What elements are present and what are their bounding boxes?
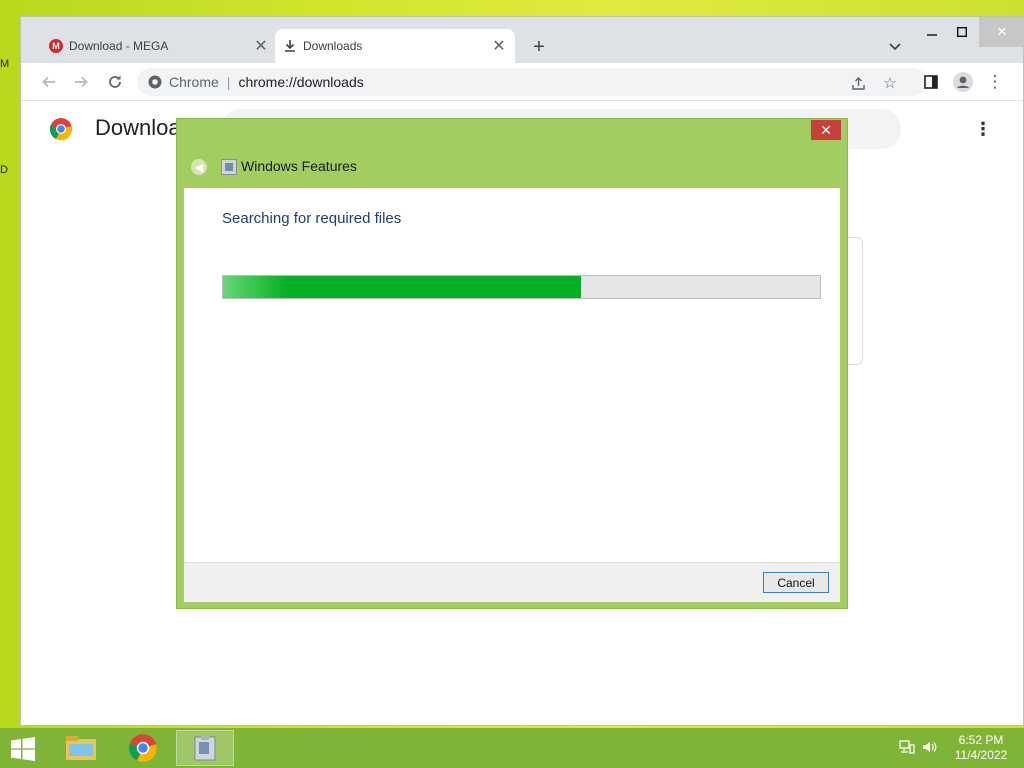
- volume-icon[interactable]: [920, 738, 938, 756]
- dialog-footer: Cancel: [184, 562, 840, 602]
- profile-avatar-icon[interactable]: [951, 70, 975, 94]
- omnibox-url: chrome://downloads: [238, 74, 364, 90]
- downloads-more-icon[interactable]: ⋮: [971, 117, 995, 141]
- omnibox-scheme-label: Chrome: [169, 74, 219, 90]
- status-message: Searching for required files: [222, 210, 402, 227]
- bookmark-star-icon[interactable]: ☆: [881, 74, 899, 92]
- system-clock[interactable]: 6:52 PM 11/4/2022: [946, 733, 1016, 763]
- share-icon[interactable]: [849, 74, 867, 92]
- cancel-button[interactable]: Cancel: [763, 572, 829, 593]
- close-tab-icon[interactable]: ✕: [489, 36, 509, 56]
- tab-label: Downloads: [303, 39, 363, 53]
- dialog-content: Searching for required files: [184, 188, 840, 562]
- clock-date: 11/4/2022: [954, 748, 1008, 762]
- browser-menu-icon[interactable]: ⋮: [983, 70, 1007, 94]
- taskbar: 6:52 PM 11/4/2022: [0, 728, 1024, 768]
- chrome-site-icon: [147, 74, 163, 90]
- chrome-taskbar-icon[interactable]: [114, 730, 172, 766]
- tab-mega-download[interactable]: M Download - MEGA ✕: [41, 29, 277, 63]
- tab-search-chevron-icon[interactable]: [885, 37, 905, 57]
- close-dialog-button[interactable]: ✕: [811, 120, 841, 140]
- mega-icon: M: [49, 39, 63, 53]
- tab-downloads[interactable]: Downloads ✕: [275, 29, 515, 63]
- windows-features-taskbar-icon[interactable]: [176, 730, 234, 766]
- maximize-window-button[interactable]: [947, 17, 977, 47]
- windows-features-app-icon: [221, 159, 237, 175]
- minimize-window-button[interactable]: [917, 17, 947, 47]
- progress-bar: [222, 275, 821, 299]
- dialog-title: Windows Features: [241, 158, 357, 174]
- side-panel-icon[interactable]: [919, 70, 943, 94]
- browser-toolbar: Chrome | chrome://downloads ☆ ⋮: [21, 63, 1023, 101]
- tab-strip: M Download - MEGA ✕ Downloads ✕ + ✕: [21, 17, 1024, 63]
- progress-bar-fill: [223, 276, 582, 298]
- close-window-button[interactable]: ✕: [979, 17, 1024, 47]
- network-icon[interactable]: [898, 738, 916, 756]
- back-arrow-icon[interactable]: ◀: [191, 159, 207, 175]
- forward-arrow-icon[interactable]: [69, 70, 93, 94]
- desktop-icon-label-fragment: D: [0, 164, 8, 176]
- back-arrow-icon[interactable]: [37, 70, 61, 94]
- tab-label: Download - MEGA: [69, 39, 169, 53]
- download-icon: [283, 39, 297, 53]
- close-tab-icon[interactable]: ✕: [251, 36, 271, 56]
- windows-features-dialog: ✕ ◀ Windows Features Searching for requi…: [176, 118, 848, 609]
- reload-icon[interactable]: [103, 70, 127, 94]
- address-bar[interactable]: Chrome | chrome://downloads ☆: [137, 68, 927, 96]
- new-tab-button[interactable]: +: [527, 35, 551, 59]
- chrome-logo-icon: [49, 117, 73, 141]
- clock-time: 6:52 PM: [958, 733, 1004, 747]
- file-explorer-taskbar-icon[interactable]: [52, 730, 110, 766]
- desktop-icon-label-fragment: M: [0, 58, 10, 70]
- windows-start-icon[interactable]: [6, 734, 40, 764]
